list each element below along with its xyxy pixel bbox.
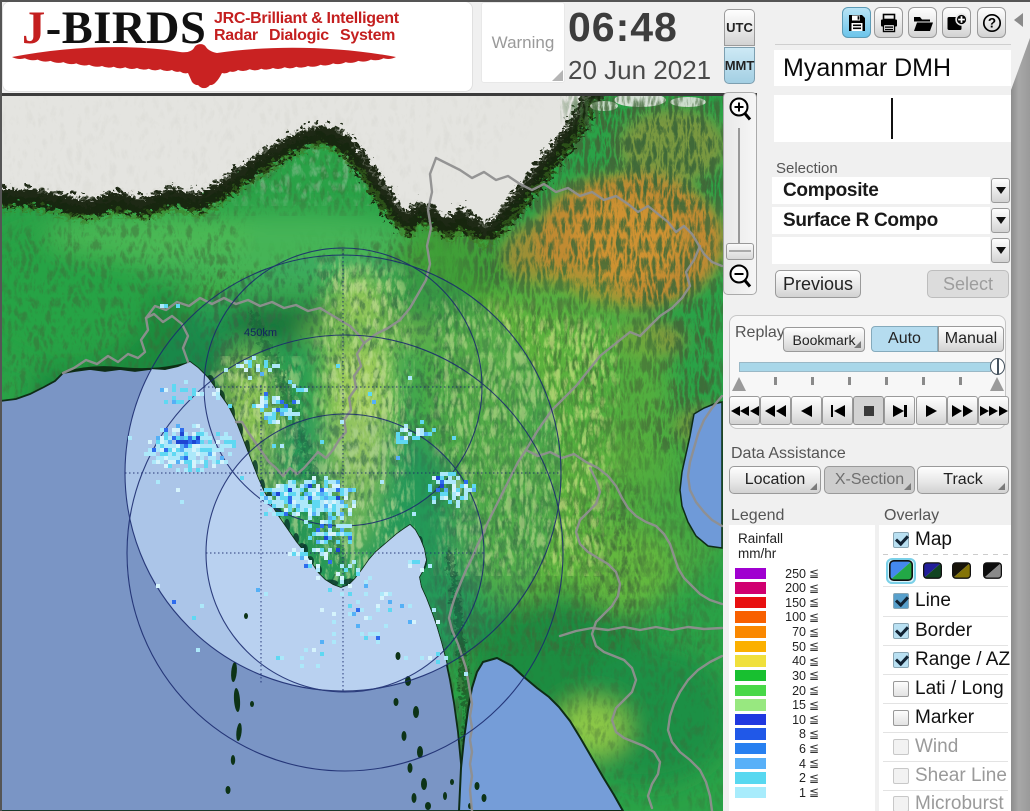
svg-text:450km: 450km: [244, 327, 277, 339]
svg-text:?: ?: [987, 15, 995, 30]
